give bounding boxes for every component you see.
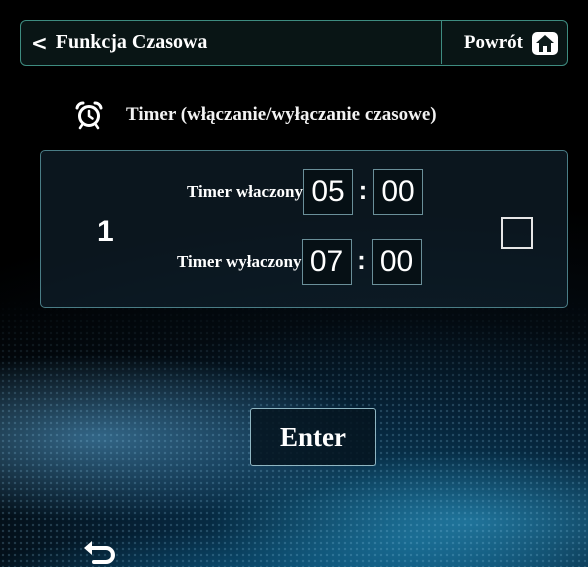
timer-section-title: Timer (włączanie/wyłączanie czasowe) — [126, 104, 437, 125]
timer-heading: Timer (włączanie/wyłączanie czasowe) — [74, 100, 437, 130]
enter-button[interactable]: Enter — [250, 408, 376, 466]
home-label: Powrót — [463, 31, 523, 53]
time-separator: : — [357, 244, 366, 275]
home-icon — [532, 31, 558, 55]
home-button[interactable]: Powrót — [441, 21, 567, 64]
back-button[interactable]: < Funkcja Czasowa — [31, 21, 207, 64]
timer-enable-checkbox[interactable] — [501, 217, 533, 249]
timer-on-label: Timer właczony — [187, 182, 303, 201]
enter-label: Enter — [280, 421, 346, 452]
timer-on-minutes-field[interactable]: 00 — [373, 169, 423, 215]
time-separator: : — [358, 174, 368, 205]
timer-screen: < Funkcja Czasowa Powrót Timer (włączani… — [0, 0, 588, 567]
timer-on-hours-field[interactable]: 05 — [303, 169, 353, 215]
timer-off-hours-field[interactable]: 07 — [301, 239, 352, 285]
timer-index: 1 — [97, 215, 114, 248]
header-bar: < Funkcja Czasowa Powrót — [20, 20, 568, 66]
return-arrow-icon[interactable] — [80, 538, 116, 567]
timer-off-row: Timer wyłaczony 07 : 00 — [177, 239, 422, 285]
timer-off-label: Timer wyłaczony — [177, 252, 302, 271]
alarm-clock-icon — [75, 101, 103, 130]
timer-on-row: Timer właczony 05 : 00 — [187, 169, 423, 215]
page-title: Funkcja Czasowa — [55, 31, 208, 53]
timer-off-minutes-field[interactable]: 00 — [371, 239, 422, 285]
chevron-left-icon: < — [31, 30, 48, 55]
timer-panel: 1 Timer właczony 05 : 00 Timer wyłaczony… — [40, 150, 568, 308]
